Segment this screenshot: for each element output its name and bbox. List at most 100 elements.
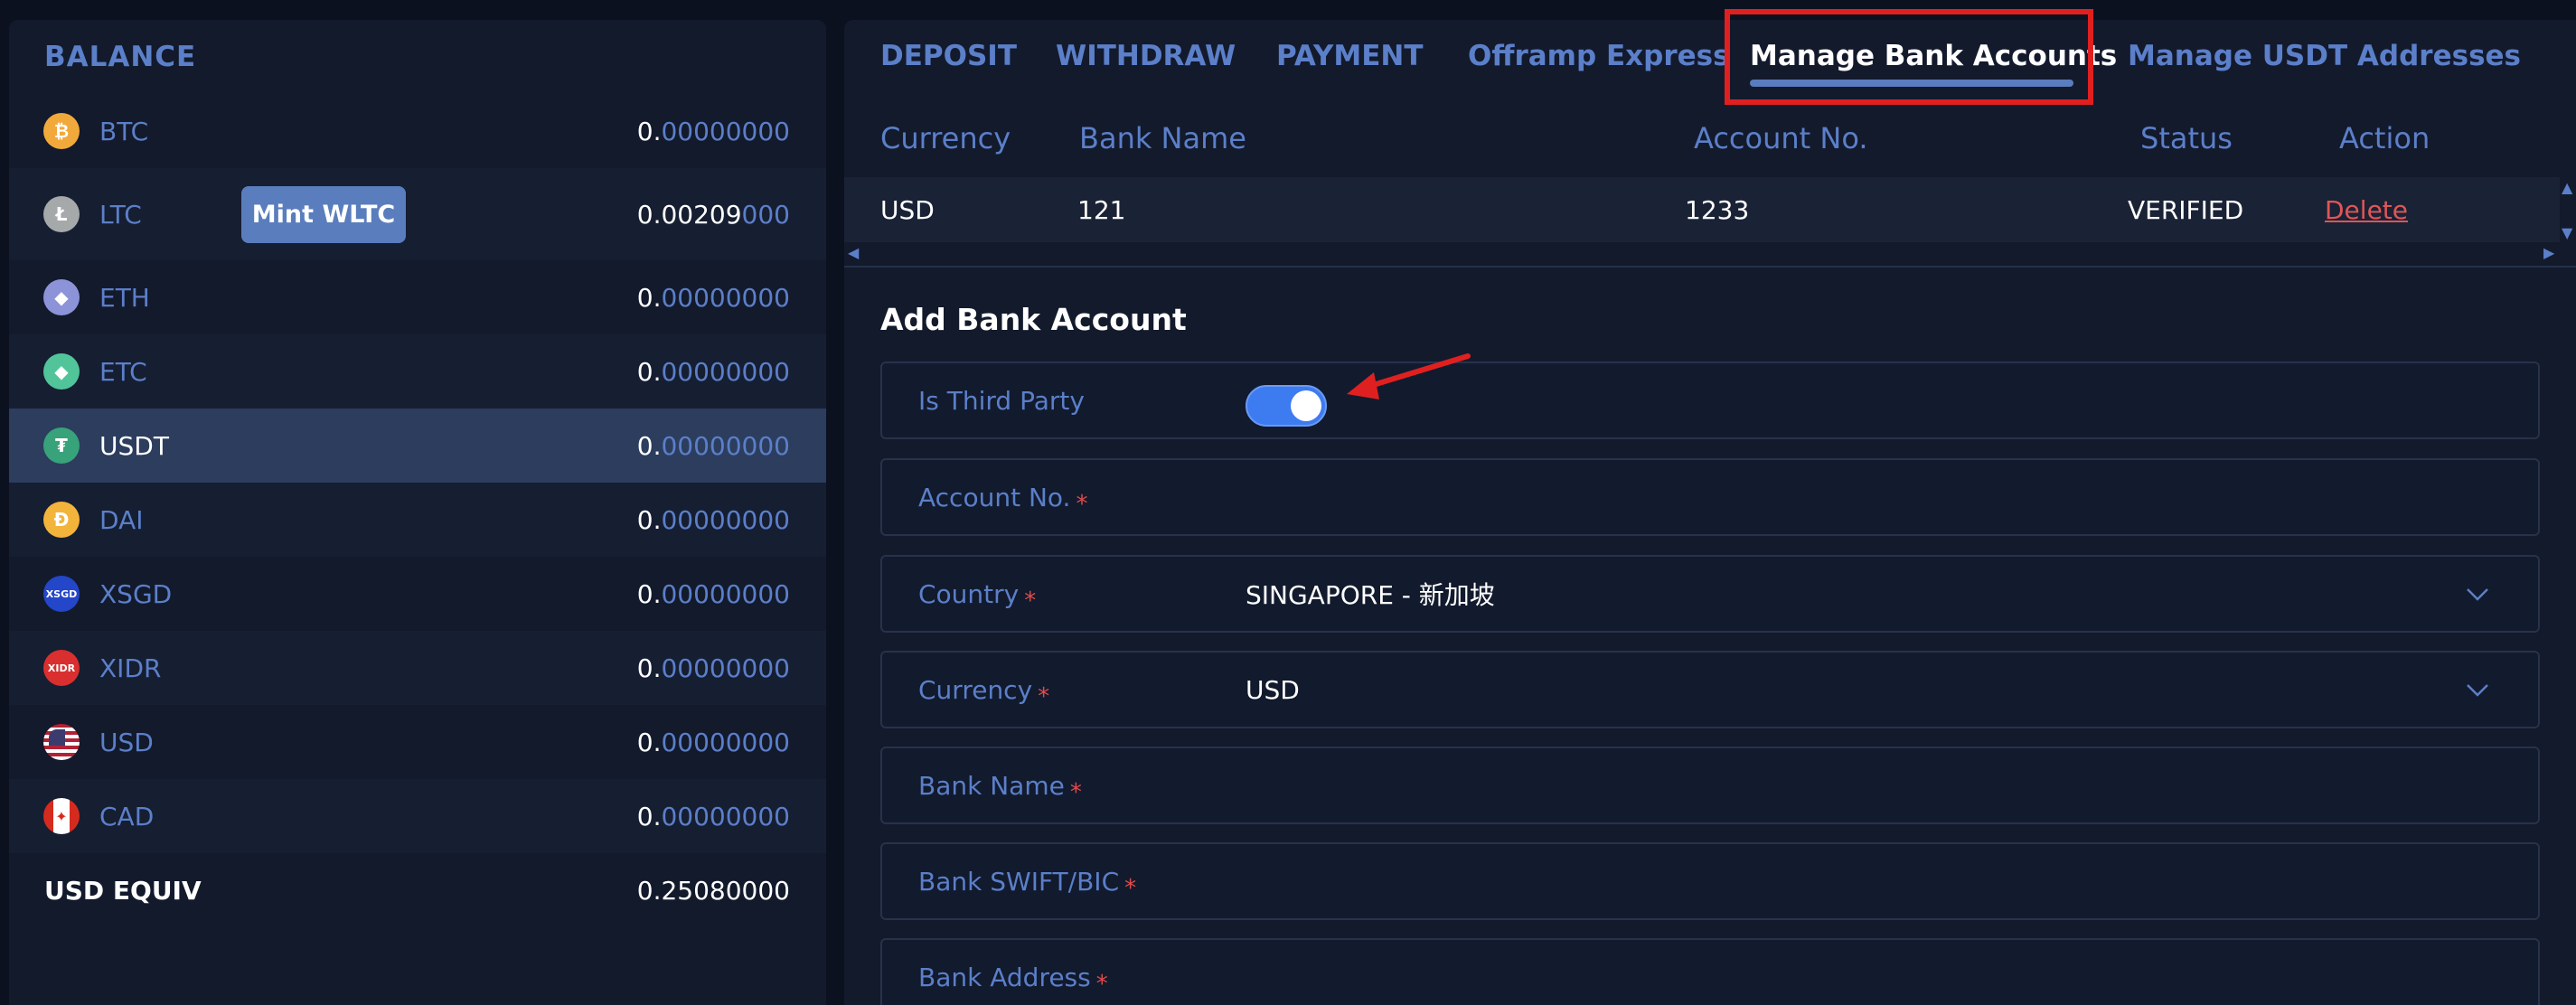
xidr-icon: XIDR (43, 650, 80, 686)
chevron-down-icon (2467, 684, 2488, 697)
asset-balance: 0.00000000 (636, 801, 790, 831)
bank-swift-field[interactable]: Bank SWIFT/BIC * (880, 842, 2540, 920)
asset-balance: 0.00000000 (636, 356, 790, 387)
mint-wltc-button[interactable]: Mint WLTC (241, 186, 406, 243)
canada-flag-icon: ✦ (43, 798, 80, 834)
tab-manage-usdt-addresses[interactable]: Manage USDT Addresses (2128, 40, 2521, 72)
asset-row-cad[interactable]: ✦ CAD 0.00000000 (9, 779, 826, 853)
scroll-up-icon[interactable]: ▲ (2562, 179, 2572, 196)
asset-symbol: CAD (99, 801, 155, 831)
us-flag-icon (43, 724, 80, 760)
bank-name-label: Bank Name * (918, 770, 1082, 806)
usd-equiv-value: 0.25080000 (636, 875, 790, 906)
currency-select[interactable]: Currency * USD (880, 651, 2540, 728)
asset-balance: 0.00000000 (636, 653, 790, 683)
third-party-label: Is Third Party (918, 385, 1085, 416)
delete-link[interactable]: Delete (2325, 195, 2408, 225)
header-account-no: Account No. (1694, 121, 1868, 155)
header-bank-name: Bank Name (1079, 121, 1246, 155)
xsgd-icon: XSGD (43, 576, 80, 612)
tab-highlight-box (1725, 9, 2093, 105)
ethereum-icon: ◆ (43, 279, 80, 315)
bank-address-field[interactable]: Bank Address * (880, 938, 2540, 1005)
country-label: Country * (918, 578, 1037, 615)
asset-row-dai[interactable]: Ð DAI 0.00000000 (9, 483, 826, 557)
chevron-down-icon (2467, 588, 2488, 601)
bank-address-label: Bank Address * (918, 962, 1108, 998)
table-row: USD 121 1233 VERIFIED Delete (844, 177, 2560, 242)
third-party-row: Is Third Party (880, 362, 2540, 439)
asset-balance: 0.00000000 (636, 282, 790, 313)
scroll-down-icon[interactable]: ▼ (2562, 224, 2572, 241)
ethereum-classic-icon: ◆ (43, 353, 80, 390)
third-party-toggle[interactable] (1246, 385, 1327, 427)
currency-value: USD (1246, 674, 1300, 705)
asset-symbol: USDT (99, 430, 169, 461)
tab-offramp-express[interactable]: Offramp Express (1468, 40, 1730, 72)
bitcoin-icon: ₿ (43, 113, 80, 149)
row-status: VERIFIED (2128, 195, 2244, 225)
required-mark: * (1024, 587, 1037, 615)
asset-symbol: ETC (99, 356, 147, 387)
required-mark: * (1124, 874, 1137, 902)
litecoin-icon: Ł (43, 196, 80, 232)
currency-label: Currency * (918, 674, 1050, 710)
balance-title: BALANCE (44, 41, 197, 73)
bank-table-header: Currency Bank Name Account No. Status Ac… (844, 96, 2576, 177)
country-select[interactable]: Country * SINGAPORE - 新加坡 (880, 555, 2540, 633)
asset-row-usdt[interactable]: ₮ USDT 0.00000000 (9, 409, 826, 483)
asset-symbol: DAI (99, 504, 144, 535)
asset-row-btc[interactable]: ₿ BTC 0.00000000 (9, 94, 826, 168)
asset-balance: 0.00000000 (636, 727, 790, 757)
scroll-left-icon[interactable]: ◀ (848, 244, 859, 261)
add-bank-account-title: Add Bank Account (880, 302, 1187, 337)
usd-equiv-label: USD EQUIV (44, 875, 202, 906)
asset-row-xidr[interactable]: XIDR XIDR 0.00000000 (9, 631, 826, 705)
account-no-field[interactable]: Account No. * (880, 458, 2540, 536)
active-tab-underline (1750, 80, 2073, 87)
asset-row-etc[interactable]: ◆ ETC 0.00000000 (9, 334, 826, 409)
row-bank-name: 121 (1077, 195, 1126, 225)
bank-name-field[interactable]: Bank Name * (880, 747, 2540, 824)
asset-balance: 0.00000000 (636, 116, 790, 146)
header-currency: Currency (880, 121, 1011, 155)
row-account-no: 1233 (1685, 195, 1750, 225)
asset-list: ₿ BTC 0.00000000 Ł LTC Mint WLTC 0.00209000 ◆ ET… (9, 94, 826, 853)
account-no-label: Account No. * (918, 482, 1088, 518)
row-currency: USD (880, 195, 935, 225)
asset-balance: 0.00000000 (636, 504, 790, 535)
tab-withdraw[interactable]: WITHDRAW (1056, 40, 1236, 72)
asset-row-eth[interactable]: ◆ ETH 0.00000000 (9, 260, 826, 334)
asset-symbol: XSGD (99, 578, 173, 609)
annotation-arrow-icon (1347, 353, 1471, 399)
required-mark: * (1076, 490, 1088, 518)
asset-symbol: BTC (99, 116, 149, 146)
usd-equiv-row: USD EQUIV 0.25080000 (9, 853, 826, 927)
asset-balance: 0.00000000 (636, 430, 790, 461)
tab-bar: DEPOSIT WITHDRAW PAYMENT Offramp Express… (844, 20, 2576, 96)
toggle-knob (1291, 390, 1321, 421)
asset-row-xsgd[interactable]: XSGD XSGD 0.00000000 (9, 557, 826, 631)
required-mark: * (1069, 778, 1082, 806)
asset-row-ltc[interactable]: Ł LTC Mint WLTC 0.00209000 (9, 168, 826, 260)
tab-payment[interactable]: PAYMENT (1276, 40, 1423, 72)
asset-symbol: XIDR (99, 653, 162, 683)
horizontal-scrollbar[interactable]: ◀ ▶ (844, 242, 2576, 268)
balance-panel: BALANCE ₿ BTC 0.00000000 Ł LTC Mint WLTC 0.002… (9, 20, 826, 1005)
asset-row-usd[interactable]: USD 0.00000000 (9, 705, 826, 779)
bank-swift-label: Bank SWIFT/BIC * (918, 866, 1137, 902)
main-panel: DEPOSIT WITHDRAW PAYMENT Offramp Express… (844, 20, 2576, 1005)
asset-symbol: USD (99, 727, 154, 757)
scroll-right-icon[interactable]: ▶ (2543, 244, 2554, 261)
asset-balance: 0.00000000 (636, 578, 790, 609)
header-action: Action (2339, 121, 2430, 155)
country-value: SINGAPORE - 新加坡 (1246, 580, 1495, 610)
tether-icon: ₮ (43, 427, 80, 464)
header-status: Status (2140, 121, 2233, 155)
dai-icon: Ð (43, 502, 80, 538)
asset-symbol: ETH (99, 282, 150, 313)
tab-deposit[interactable]: DEPOSIT (880, 40, 1017, 72)
asset-balance: 0.00209000 (636, 199, 790, 230)
required-mark: * (1038, 682, 1050, 710)
required-mark: * (1095, 970, 1108, 998)
